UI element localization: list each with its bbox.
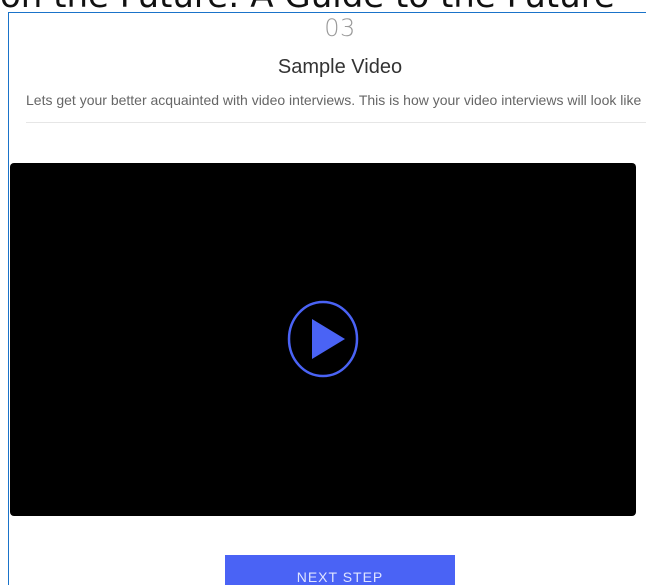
video-player[interactable] [10, 163, 636, 516]
frame-border-left [8, 12, 9, 585]
step-description: Lets get your better acquainted with vid… [26, 92, 642, 108]
play-button[interactable] [287, 300, 359, 378]
next-step-button[interactable]: NEXT STEP [225, 555, 455, 585]
step-title: Sample Video [277, 56, 403, 78]
play-icon [287, 300, 359, 378]
divider [26, 122, 646, 123]
page: on the Future: A Guide to the Future 03 … [0, 0, 646, 585]
step-number: 03 [324, 14, 356, 42]
frame-border-top [8, 12, 646, 13]
